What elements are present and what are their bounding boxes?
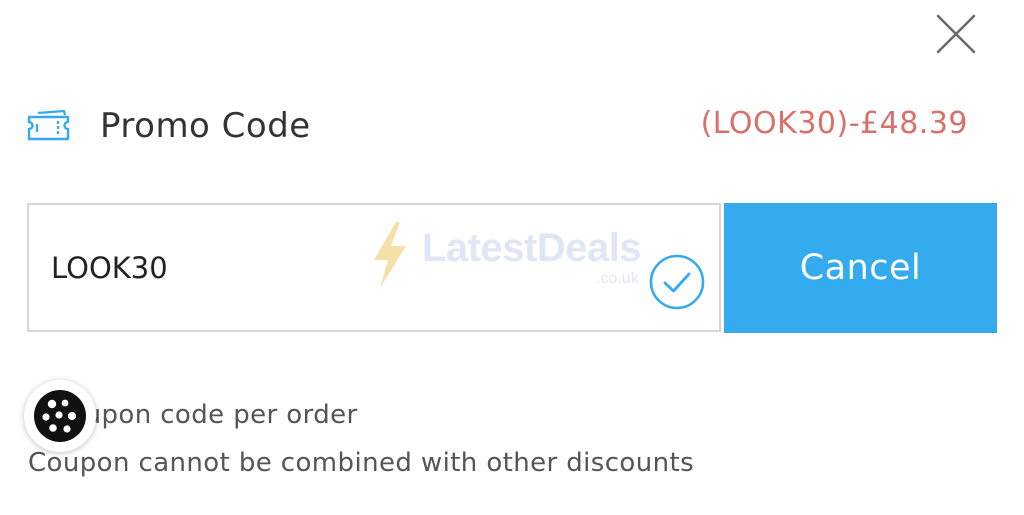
promo-code-field [27, 203, 721, 332]
coupon-note: 1 coupon code per order [28, 400, 358, 430]
cancel-button[interactable]: Cancel [724, 203, 997, 333]
applied-discount: (LOOK30)-£48.39 [700, 106, 968, 141]
promo-code-input[interactable] [51, 205, 611, 330]
coupon-notes: 1 coupon code per order Coupon cannot be… [28, 391, 928, 487]
coupon-note: Coupon cannot be combined with other dis… [28, 448, 695, 478]
close-button[interactable] [930, 8, 982, 60]
close-icon [936, 14, 976, 54]
check-circle-icon [648, 253, 706, 311]
promo-code-title: Promo Code [100, 106, 311, 146]
cookie-icon [34, 390, 86, 442]
ticket-icon [26, 108, 72, 142]
cookie-settings-button[interactable] [24, 380, 96, 452]
promo-code-row: Promo Code (LOOK30)-£48.39 [0, 100, 1024, 156]
